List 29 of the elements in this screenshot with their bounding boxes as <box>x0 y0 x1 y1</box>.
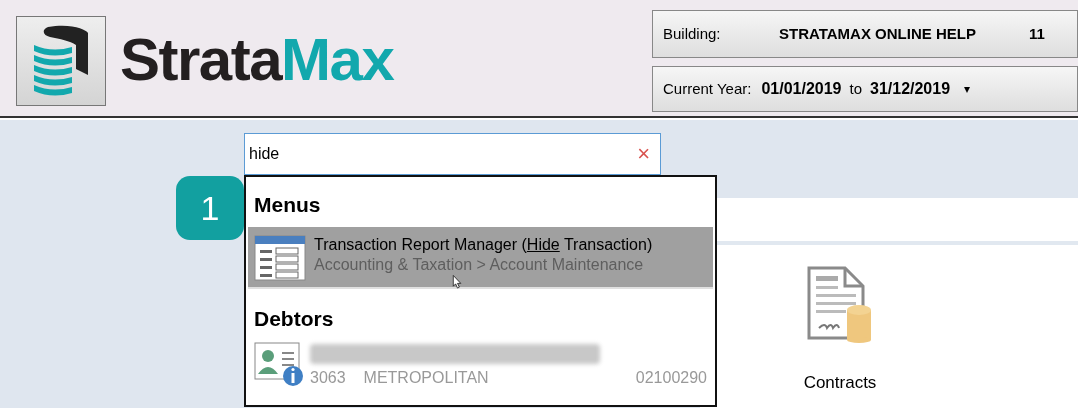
caret-icon: ▾ <box>964 80 971 98</box>
result-title: Transaction Report Manager (Hide Transaction) <box>314 234 653 254</box>
result-item[interactable]: Transaction Report Manager (Hide Transaction) Accounting & Taxation > Account Maintenance <box>248 226 713 289</box>
tile-label[interactable]: Contracts <box>803 370 877 396</box>
lot-number: 3063 <box>310 368 346 388</box>
group-heading: Menus <box>253 192 322 218</box>
account-number: 02100290 <box>635 368 707 388</box>
building-code: 11 <box>1029 23 1045 44</box>
search-value: hide <box>249 144 280 164</box>
year-to: 31/12/2019 <box>870 79 951 99</box>
building-label: Building: <box>663 23 722 44</box>
step-badge: 1 <box>176 176 244 240</box>
logo-icon <box>16 16 106 106</box>
year-joiner: to <box>849 78 862 99</box>
group-heading: Debtors <box>253 305 335 332</box>
report-icon <box>254 234 306 281</box>
year-selector[interactable]: Current Year: 01/01/2019 to 31/12/2019 ▾ <box>652 66 1078 112</box>
logo-text: StrataMax <box>120 30 394 90</box>
contact-card-icon <box>254 342 306 388</box>
search-field[interactable]: hide × <box>244 133 661 175</box>
mouse-cursor-icon <box>452 274 463 289</box>
year-from: 01/01/2019 <box>761 79 842 99</box>
clear-button[interactable]: × <box>637 143 650 165</box>
building-name: STRATAMAX ONLINE HELP <box>779 23 977 44</box>
year-label: Current Year: <box>663 78 752 99</box>
result-path: Accounting & Taxation > Account Maintenance <box>314 255 645 274</box>
suburb: METROPOLITAN <box>363 368 489 388</box>
building-selector[interactable]: Building: STRATAMAX ONLINE HELP 11 <box>652 10 1078 58</box>
contract-icon <box>807 266 873 344</box>
